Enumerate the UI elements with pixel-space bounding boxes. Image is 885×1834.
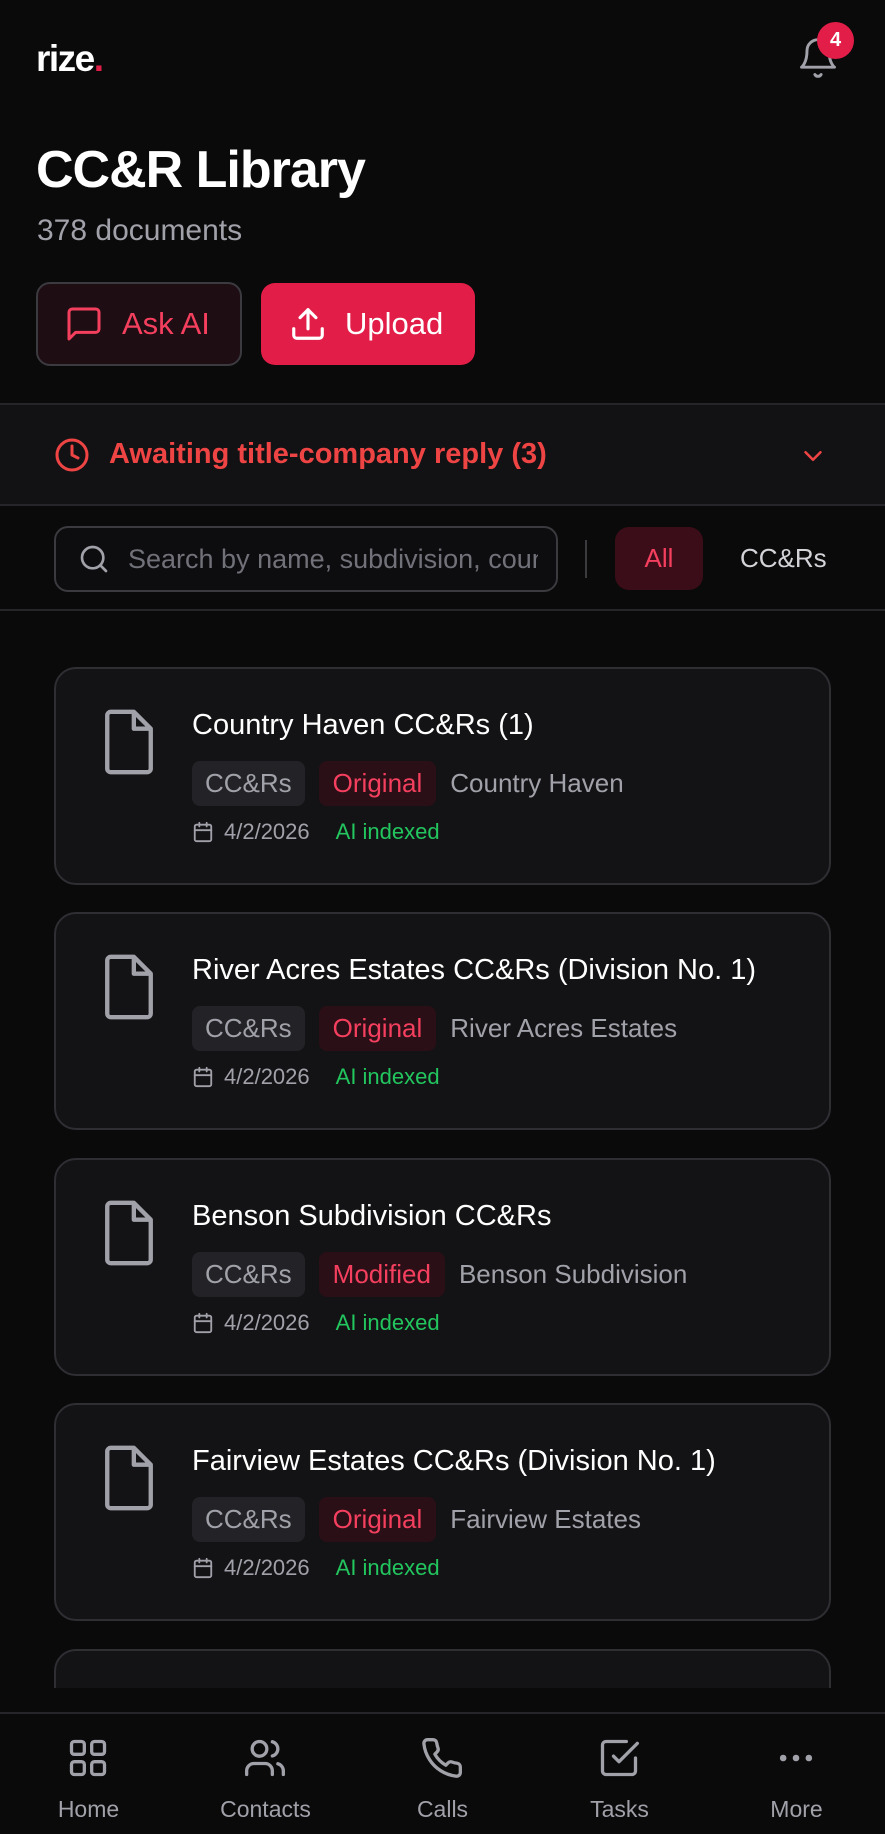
ai-indexed-status: AI indexed bbox=[335, 819, 440, 844]
upload-icon bbox=[292, 308, 324, 340]
nav-contacts[interactable]: Contacts bbox=[177, 1714, 354, 1834]
document-date: 4/2/2026 bbox=[224, 1555, 310, 1580]
divider bbox=[585, 540, 587, 578]
document-card[interactable]: Benson Subdivision CC&Rs CC&Rs Modified … bbox=[54, 1158, 831, 1376]
document-list: Country Haven CC&Rs (1) CC&Rs Original C… bbox=[0, 613, 885, 1688]
nav-home-label: Home bbox=[57, 1796, 120, 1822]
awaiting-reply-banner[interactable]: Awaiting title-company reply (3) bbox=[0, 403, 885, 506]
bottom-navigation: Home Contacts Calls Tasks More bbox=[0, 1712, 885, 1834]
filter-bar: All CC&Rs bbox=[0, 506, 885, 611]
document-card[interactable]: River Acres Estates CC&Rs (Division No. … bbox=[54, 912, 831, 1130]
users-icon bbox=[245, 1739, 285, 1777]
subdivision-name: Benson Subdivision bbox=[458, 1259, 688, 1289]
ask-ai-label: Ask AI bbox=[122, 306, 210, 341]
filter-chip-ccrs[interactable]: CC&Rs bbox=[740, 527, 827, 590]
document-title: River Acres Estates CC&Rs (Division No. … bbox=[192, 954, 757, 986]
calendar-icon bbox=[193, 1312, 213, 1334]
document-card[interactable]: Country Haven CC&Rs (1) CC&Rs Original C… bbox=[54, 667, 831, 885]
calendar-icon bbox=[193, 1557, 213, 1579]
clock-icon bbox=[55, 438, 89, 471]
search-input[interactable] bbox=[128, 543, 538, 575]
upload-label: Upload bbox=[345, 306, 444, 341]
document-card[interactable]: Fairview Estates CC&Rs (Division No. 1) … bbox=[54, 1403, 831, 1621]
document-date: 4/2/2026 bbox=[224, 1064, 310, 1089]
app-logo[interactable]: rize. bbox=[36, 38, 104, 80]
document-status-tag: Original bbox=[318, 1497, 437, 1542]
search-box[interactable] bbox=[54, 526, 558, 592]
document-card[interactable] bbox=[54, 1649, 831, 1688]
subdivision-name: Country Haven bbox=[450, 768, 624, 798]
document-type-tag: CC&Rs bbox=[192, 1252, 305, 1297]
phone-icon bbox=[422, 1738, 462, 1778]
nav-more[interactable]: More bbox=[708, 1714, 885, 1834]
grid-icon bbox=[69, 1739, 107, 1777]
filter-chip-all[interactable]: All bbox=[615, 527, 703, 590]
more-icon bbox=[779, 1754, 813, 1762]
nav-home[interactable]: Home bbox=[0, 1714, 177, 1834]
document-status-tag: Original bbox=[318, 761, 437, 806]
nav-more-label: More bbox=[770, 1796, 823, 1822]
awaiting-reply-label: Awaiting title-company reply (3) bbox=[109, 438, 547, 470]
document-title: Fairview Estates CC&Rs (Division No. 1) bbox=[192, 1445, 716, 1477]
document-type-tag: CC&Rs bbox=[192, 1497, 305, 1542]
subdivision-name: River Acres Estates bbox=[450, 1013, 678, 1043]
top-bar: rize. 4 bbox=[0, 0, 885, 120]
ai-indexed-status: AI indexed bbox=[335, 1555, 440, 1580]
nav-calls-label: Calls bbox=[416, 1796, 469, 1822]
calendar-icon bbox=[193, 821, 213, 843]
document-date: 4/2/2026 bbox=[224, 819, 310, 844]
search-icon bbox=[80, 545, 108, 573]
upload-button[interactable]: Upload bbox=[261, 283, 475, 365]
document-title: Benson Subdivision CC&Rs bbox=[192, 1200, 552, 1232]
file-icon bbox=[105, 954, 153, 1020]
nav-calls[interactable]: Calls bbox=[354, 1714, 531, 1834]
document-status-tag: Original bbox=[318, 1006, 437, 1051]
file-icon bbox=[105, 709, 153, 775]
document-title: Country Haven CC&Rs (1) bbox=[192, 709, 534, 741]
document-type-tag: CC&Rs bbox=[192, 1006, 305, 1051]
document-status-tag: Modified bbox=[318, 1252, 445, 1297]
document-type-tag: CC&Rs bbox=[192, 761, 305, 806]
ai-indexed-status: AI indexed bbox=[335, 1310, 440, 1335]
document-count: 378 documents bbox=[37, 214, 243, 247]
message-square-icon bbox=[67, 307, 101, 341]
file-icon bbox=[105, 1200, 153, 1266]
nav-contacts-label: Contacts bbox=[220, 1796, 311, 1822]
document-date: 4/2/2026 bbox=[224, 1310, 310, 1335]
calendar-icon bbox=[193, 1066, 213, 1088]
nav-tasks-label: Tasks bbox=[590, 1796, 649, 1822]
chevron-down-icon[interactable] bbox=[798, 441, 828, 471]
ai-indexed-status: AI indexed bbox=[335, 1064, 440, 1089]
nav-tasks[interactable]: Tasks bbox=[531, 1714, 708, 1834]
subdivision-name: Fairview Estates bbox=[450, 1504, 641, 1534]
checkbox-icon bbox=[600, 1739, 639, 1777]
notification-badge: 4 bbox=[817, 22, 854, 59]
ask-ai-button[interactable]: Ask AI bbox=[36, 282, 242, 366]
page-title: CC&R Library bbox=[36, 141, 366, 199]
file-icon bbox=[105, 1445, 153, 1511]
